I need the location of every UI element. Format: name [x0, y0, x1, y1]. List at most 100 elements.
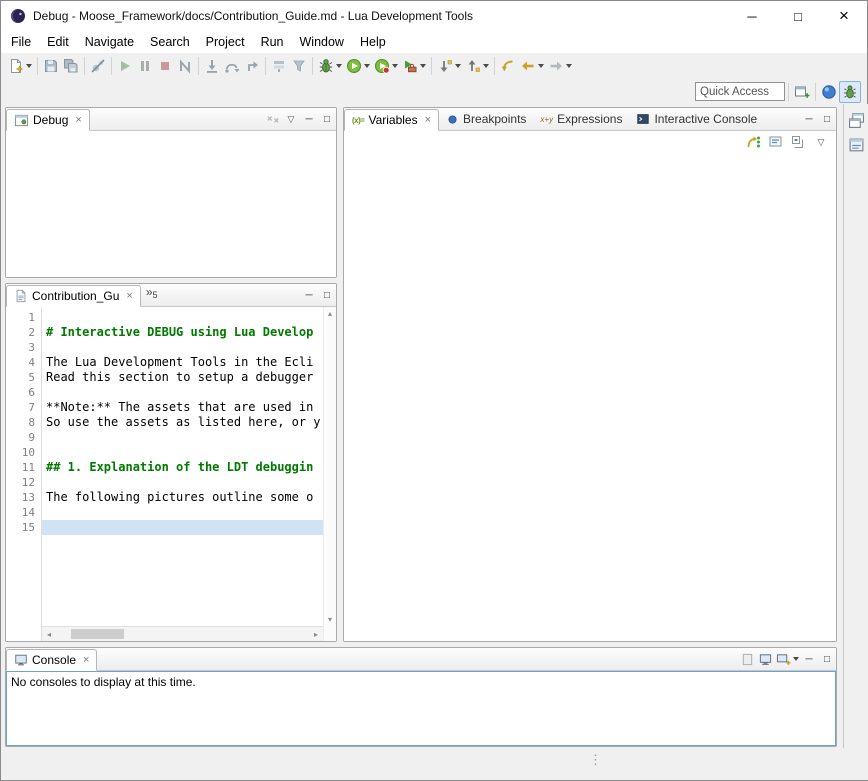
- lua-perspective-button[interactable]: [819, 81, 839, 103]
- terminate-button[interactable]: [155, 55, 175, 77]
- editor-minimize-button[interactable]: ─: [300, 286, 318, 304]
- back-dropdown-icon[interactable]: [538, 64, 544, 68]
- line-number[interactable]: 10: [6, 445, 41, 460]
- tab-contribution-guide[interactable]: Contribution_Gu ×: [6, 285, 141, 307]
- menu-search[interactable]: Search: [142, 33, 198, 51]
- remove-all-terminated-button[interactable]: [264, 110, 282, 128]
- step-over-button[interactable]: [222, 55, 242, 77]
- next-annotation-button[interactable]: [435, 55, 463, 77]
- editor-tab-overflow[interactable]: » 5: [141, 284, 163, 306]
- debug-view-maximize-button[interactable]: □: [318, 110, 336, 128]
- open-console-dropdown-icon[interactable]: [793, 657, 799, 661]
- forward-button[interactable]: [546, 55, 574, 77]
- back-button[interactable]: [518, 55, 546, 77]
- menu-edit[interactable]: Edit: [39, 33, 77, 51]
- next-annotation-dropdown-icon[interactable]: [455, 64, 461, 68]
- debug-launch-button[interactable]: [316, 55, 344, 77]
- line-number[interactable]: 1: [6, 310, 41, 325]
- hscroll-track[interactable]: [56, 627, 309, 641]
- step-filters-button[interactable]: [289, 55, 309, 77]
- editor-vscrollbar[interactable]: ▴ ▾: [323, 307, 336, 641]
- step-return-button[interactable]: [242, 55, 262, 77]
- editor-line[interactable]: The following pictures outline some o: [42, 490, 323, 505]
- tab-contribution-guide-close-icon[interactable]: ×: [126, 290, 132, 302]
- console-content[interactable]: No consoles to display at this time.: [6, 671, 836, 746]
- editor-line[interactable]: [42, 505, 323, 520]
- line-number[interactable]: 11: [6, 460, 41, 475]
- collapse-all-button[interactable]: [790, 134, 806, 150]
- new-button[interactable]: [6, 55, 34, 77]
- open-perspective-button[interactable]: [792, 81, 812, 103]
- show-type-names-button[interactable]: [768, 134, 784, 150]
- menu-project[interactable]: Project: [198, 33, 253, 51]
- editor-line[interactable]: ## 1. Explanation of the LDT debuggin: [42, 460, 323, 475]
- variables-view-menu-icon[interactable]: ▽: [812, 133, 830, 151]
- forward-dropdown-icon[interactable]: [566, 64, 572, 68]
- window-minimize-button[interactable]: ─: [729, 1, 775, 31]
- quick-access-input[interactable]: [695, 82, 785, 101]
- console-minimize-button[interactable]: ─: [800, 650, 818, 668]
- debug-view-menu-icon[interactable]: ▽: [282, 110, 300, 128]
- editor-line[interactable]: [42, 340, 323, 355]
- line-number[interactable]: 3: [6, 340, 41, 355]
- menu-navigate[interactable]: Navigate: [77, 33, 142, 51]
- external-tools-button[interactable]: [400, 55, 428, 77]
- last-edit-location-button[interactable]: [498, 55, 518, 77]
- coverage-launch-button[interactable]: [372, 55, 400, 77]
- line-number[interactable]: 12: [6, 475, 41, 490]
- menu-help[interactable]: Help: [352, 33, 394, 51]
- coverage-dropdown-icon[interactable]: [392, 64, 398, 68]
- previous-annotation-dropdown-icon[interactable]: [483, 64, 489, 68]
- debug-view-minimize-button[interactable]: ─: [300, 110, 318, 128]
- window-close-button[interactable]: ×: [821, 1, 867, 31]
- hscroll-thumb[interactable]: [71, 629, 124, 639]
- variables-panel-maximize-button[interactable]: □: [818, 110, 836, 128]
- scroll-left-icon[interactable]: ◂: [42, 630, 56, 639]
- line-number[interactable]: 13: [6, 490, 41, 505]
- skip-breakpoints-button[interactable]: [88, 55, 108, 77]
- line-number[interactable]: 15: [6, 520, 41, 535]
- editor-line[interactable]: So use the assets as listed here, or y: [42, 415, 323, 430]
- minimized-view-button[interactable]: [848, 137, 865, 154]
- previous-annotation-button[interactable]: [463, 55, 491, 77]
- variables-panel-minimize-button[interactable]: ─: [800, 110, 818, 128]
- disconnect-button[interactable]: [175, 55, 195, 77]
- line-number[interactable]: 5: [6, 370, 41, 385]
- run-dropdown-icon[interactable]: [364, 64, 370, 68]
- tab-expressions[interactable]: x+y Expressions: [533, 108, 629, 130]
- suspend-button[interactable]: [135, 55, 155, 77]
- tab-breakpoints[interactable]: Breakpoints: [439, 108, 533, 130]
- tab-debug-close-icon[interactable]: ×: [75, 114, 81, 126]
- line-number[interactable]: 9: [6, 430, 41, 445]
- menu-window[interactable]: Window: [292, 33, 352, 51]
- debug-perspective-button[interactable]: [839, 81, 861, 103]
- editor-line[interactable]: [42, 430, 323, 445]
- window-maximize-button[interactable]: □: [775, 1, 821, 31]
- restore-minimized-view-button[interactable]: [848, 112, 865, 129]
- save-all-button[interactable]: [61, 55, 81, 77]
- clear-console-button[interactable]: [738, 650, 756, 668]
- editor-line[interactable]: **Note:** The assets that are used in: [42, 400, 323, 415]
- line-number[interactable]: 4: [6, 355, 41, 370]
- scroll-down-icon[interactable]: ▾: [328, 615, 332, 624]
- trim-grip-icon[interactable]: ⋮: [589, 752, 602, 768]
- tab-variables-close-icon[interactable]: ×: [425, 114, 431, 126]
- editor-line[interactable]: [42, 310, 323, 325]
- editor-line[interactable]: [42, 475, 323, 490]
- line-number[interactable]: 2: [6, 325, 41, 340]
- editor-hscrollbar[interactable]: ◂ ▸: [42, 626, 323, 641]
- menu-file[interactable]: File: [3, 33, 39, 51]
- line-number[interactable]: 8: [6, 415, 41, 430]
- run-launch-button[interactable]: [344, 55, 372, 77]
- tab-console-close-icon[interactable]: ×: [83, 654, 89, 666]
- open-console-button[interactable]: [774, 650, 800, 668]
- tab-debug[interactable]: Debug ×: [6, 109, 90, 131]
- tab-interactive-console[interactable]: Interactive Console: [629, 108, 764, 130]
- drop-to-frame-button[interactable]: [269, 55, 289, 77]
- scroll-right-icon[interactable]: ▸: [309, 630, 323, 639]
- editor-line[interactable]: [42, 520, 323, 535]
- editor-maximize-button[interactable]: □: [318, 286, 336, 304]
- resume-button[interactable]: [115, 55, 135, 77]
- editor-line[interactable]: The Lua Development Tools in the Ecli: [42, 355, 323, 370]
- step-into-button[interactable]: [202, 55, 222, 77]
